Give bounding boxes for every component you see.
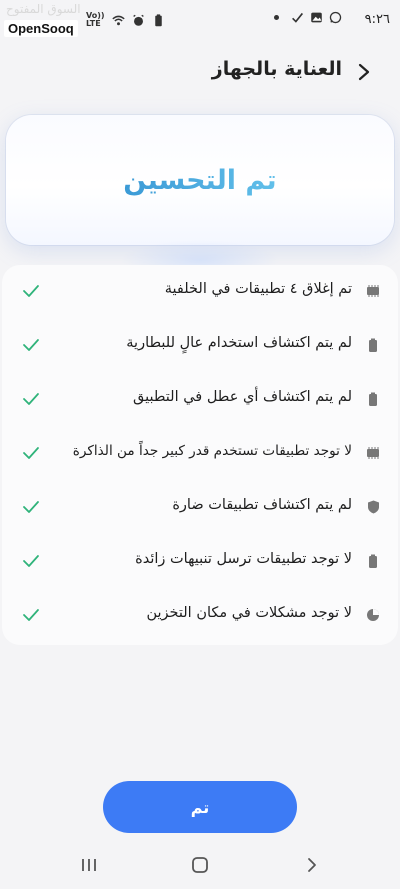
memory-icon bbox=[366, 284, 380, 298]
watermark-arabic: السوق المفتوح bbox=[6, 2, 81, 16]
result-label: تم إغلاق ٤ تطبيقات في الخلفية bbox=[164, 281, 352, 297]
home-icon bbox=[192, 857, 208, 873]
chevron-right-icon bbox=[358, 63, 370, 81]
done-button[interactable]: تم bbox=[103, 781, 297, 833]
result-row-storage: لا توجد مشكلات في مكان التخزين bbox=[2, 589, 398, 643]
checkmark-icon bbox=[23, 609, 39, 621]
optimized-title: تم التحسين bbox=[123, 164, 277, 196]
recents-button[interactable] bbox=[76, 852, 102, 878]
battery-icon bbox=[154, 13, 162, 26]
result-row-app-crash: لم يتم اكتشاف أي عطل في التطبيق bbox=[2, 373, 398, 427]
back-button[interactable] bbox=[352, 60, 376, 84]
result-row-malware: لم يتم اكتشاف تطبيقات ضارة bbox=[2, 481, 398, 535]
check-icon bbox=[292, 12, 304, 23]
checkmark-icon bbox=[23, 447, 39, 459]
status-time: ٩:٢٦ bbox=[364, 12, 390, 27]
result-label: لم يتم اكتشاف أي عطل في التطبيق bbox=[133, 389, 352, 405]
result-label: لا توجد تطبيقات ترسل تنبيهات زائدة bbox=[135, 551, 352, 567]
result-row-memory-usage: لا توجد تطبيقات تستخدم قدر كبير جداً من … bbox=[2, 427, 398, 481]
recents-icon bbox=[82, 859, 96, 871]
checkmark-icon bbox=[23, 501, 39, 513]
back-nav-icon bbox=[308, 858, 316, 872]
result-label: لا توجد مشكلات في مكان التخزين bbox=[146, 605, 352, 621]
shield-icon bbox=[366, 500, 380, 514]
status-left-icons: Vo)) LTE bbox=[86, 12, 165, 28]
memory-icon bbox=[366, 446, 380, 460]
checkmark-icon bbox=[23, 393, 39, 405]
watermark-logo: OpenSooq bbox=[4, 20, 78, 37]
result-label: لا توجد تطبيقات تستخدم قدر كبير جداً من … bbox=[72, 443, 352, 459]
gallery-icon bbox=[311, 12, 322, 23]
checkmark-icon bbox=[23, 339, 39, 351]
system-nav-bar bbox=[0, 840, 400, 889]
battery-icon bbox=[366, 554, 380, 568]
dot-icon bbox=[274, 15, 279, 20]
result-label: لم يتم اكتشاف تطبيقات ضارة bbox=[172, 497, 352, 513]
whatsapp-icon bbox=[329, 11, 342, 24]
volte-indicator: Vo)) LTE bbox=[86, 11, 105, 28]
optimized-status-card: تم التحسين bbox=[6, 115, 394, 245]
checkmark-icon bbox=[23, 555, 39, 567]
home-button[interactable] bbox=[187, 852, 213, 878]
page-header: العناية بالجهاز bbox=[0, 52, 400, 92]
result-row-battery-usage: لم يتم اكتشاف استخدام عالٍ للبطارية bbox=[2, 319, 398, 373]
page-title: العناية بالجهاز bbox=[211, 58, 342, 80]
checkmark-icon bbox=[23, 285, 39, 297]
status-bar: السوق المفتوح OpenSooq Vo)) LTE ٩:٢٦ bbox=[0, 0, 400, 40]
results-list: تم إغلاق ٤ تطبيقات في الخلفية لم يتم اكت… bbox=[2, 265, 398, 645]
back-nav-button[interactable] bbox=[299, 852, 325, 878]
status-right-icons bbox=[274, 11, 342, 24]
battery-icon bbox=[366, 338, 380, 352]
battery-icon bbox=[366, 392, 380, 406]
alarm-icon bbox=[132, 14, 144, 26]
wifi-icon bbox=[111, 15, 125, 25]
result-row-closed-apps: تم إغلاق ٤ تطبيقات في الخلفية bbox=[2, 265, 398, 319]
storage-pie-icon bbox=[366, 608, 380, 622]
result-row-notifications: لا توجد تطبيقات ترسل تنبيهات زائدة bbox=[2, 535, 398, 589]
result-label: لم يتم اكتشاف استخدام عالٍ للبطارية bbox=[126, 335, 352, 351]
